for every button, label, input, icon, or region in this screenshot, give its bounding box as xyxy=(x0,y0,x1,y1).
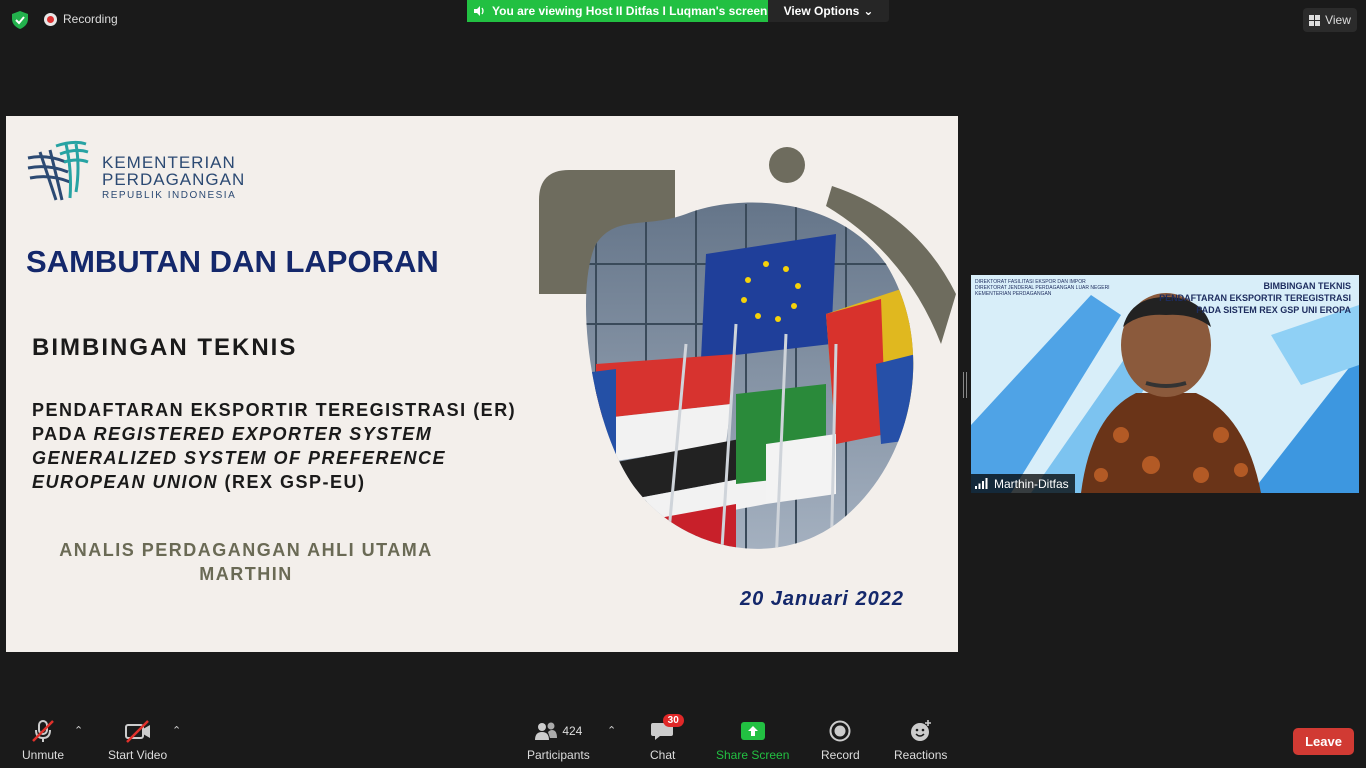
eu-flags-image xyxy=(539,147,956,549)
video-off-icon xyxy=(124,720,150,743)
record-label: Record xyxy=(821,748,860,762)
body-line-2-plain: PADA xyxy=(32,424,94,444)
recording-label: Recording xyxy=(63,12,118,26)
share-screen-icon xyxy=(740,722,765,740)
recording-indicator[interactable]: Recording xyxy=(44,12,118,26)
viewing-screen-text: You are viewing Host II Ditfas I Luqman'… xyxy=(492,4,768,18)
body-line-1: PENDAFTARAN EKSPORTIR TEREGISTRASI (ER) xyxy=(32,400,517,420)
panel-resize-handle[interactable] xyxy=(963,372,967,398)
share-screen-label: Share Screen xyxy=(716,748,790,762)
role-line-1: ANALIS PERDAGANGAN AHLI UTAMA xyxy=(59,540,433,560)
view-options-label: View Options xyxy=(783,4,860,18)
screen-share-banner: You are viewing Host II Ditfas I Luqman'… xyxy=(467,0,889,22)
speaker-icon xyxy=(474,6,484,16)
muted-microphone-icon xyxy=(32,720,54,742)
share-screen-button[interactable]: Share Screen xyxy=(716,718,789,762)
logo-line-1: KEMENTERIAN xyxy=(102,153,236,172)
unmute-label: Unmute xyxy=(22,748,65,762)
body-line-4-italic: EUROPEAN UNION xyxy=(32,472,219,492)
logo-line-3: REPUBLIK INDONESIA xyxy=(102,190,237,201)
bg-title-line-1: BIMBINGAN TEKNIS xyxy=(1263,281,1352,291)
bg-title-line-2: PENDAFTARAN EKSPORTIR TEREGISTRASI xyxy=(1159,293,1351,303)
participant-name-tag: Marthin-Ditfas xyxy=(971,474,1075,493)
ministry-name: KEMENTERIAN PERDAGANGAN REPUBLIK INDONES… xyxy=(102,154,245,201)
reactions-button[interactable]: Reactions xyxy=(894,718,947,762)
record-button[interactable]: Record xyxy=(821,718,860,762)
chat-unread-badge: 30 xyxy=(662,714,684,727)
participants-options-caret-icon[interactable]: ⌃ xyxy=(607,724,616,737)
video-options-caret-icon[interactable]: ⌃ xyxy=(172,724,181,737)
view-options-button[interactable]: View Options ⌄ xyxy=(768,0,889,22)
role-line-2: MARTHIN xyxy=(199,564,293,584)
body-line-3-italic: GENERALIZED SYSTEM OF PREFERENCE xyxy=(32,448,447,468)
slide-body: PENDAFTARAN EKSPORTIR TEREGISTRASI (ER) … xyxy=(32,398,516,494)
logo-line-2: PERDAGANGAN xyxy=(102,170,246,189)
slide-date: 20 Januari 2022 xyxy=(740,588,904,610)
reactions-smiley-icon xyxy=(910,720,931,741)
shared-screen-slide[interactable]: KEMENTERIAN PERDAGANGAN REPUBLIK INDONES… xyxy=(6,116,958,652)
body-line-4: EUROPEAN UNION (REX GSP-EU) xyxy=(32,470,516,494)
viewing-screen-notice: You are viewing Host II Ditfas I Luqman'… xyxy=(467,0,768,22)
security-shield-icon[interactable] xyxy=(10,10,30,30)
start-video-label: Start Video xyxy=(108,748,168,762)
signal-strength-icon xyxy=(975,478,988,489)
slide-title: SAMBUTAN DAN LAPORAN xyxy=(26,244,439,279)
slide-subtitle: BIMBINGAN TEKNIS xyxy=(32,334,298,361)
view-button[interactable]: View xyxy=(1303,8,1357,32)
bg-logo-line-3: KEMENTERIAN PERDAGANGAN xyxy=(975,291,1052,297)
background-logo-text: DIREKTORAT FASILITASI EKSPOR DAN IMPOR D… xyxy=(975,279,1110,297)
bg-title-line-3: PADA SISTEM REX GSP UNI EROPA xyxy=(1196,305,1351,315)
chevron-down-icon: ⌄ xyxy=(863,4,874,18)
body-line-2-italic: REGISTERED EXPORTER SYSTEM xyxy=(93,424,433,444)
background-title-text: BIMBINGAN TEKNIS PENDAFTARAN EKSPORTIR T… xyxy=(1159,280,1351,316)
ministry-logo-icon xyxy=(27,140,89,201)
unmute-button[interactable]: Unmute xyxy=(22,718,64,762)
record-icon xyxy=(829,720,851,742)
grid-view-icon xyxy=(1309,14,1321,26)
participant-name: Marthin-Ditfas xyxy=(994,476,1069,491)
participant-video-tile[interactable]: DIREKTORAT FASILITASI EKSPOR DAN IMPOR D… xyxy=(971,275,1359,493)
body-line-3: GENERALIZED SYSTEM OF PREFERENCE xyxy=(32,446,516,470)
participants-label: Participants xyxy=(527,748,590,762)
chat-label: Chat xyxy=(650,748,676,762)
chat-button[interactable]: 30 Chat xyxy=(650,714,684,762)
participants-count: 424 xyxy=(562,724,583,738)
reactions-label: Reactions xyxy=(894,748,948,762)
participants-button[interactable]: 424 Participants xyxy=(527,718,590,762)
audio-options-caret-icon[interactable]: ⌃ xyxy=(74,724,83,737)
recording-icon xyxy=(44,12,57,26)
speaker-role: ANALIS PERDAGANGAN AHLI UTAMA MARTHIN xyxy=(36,538,456,586)
view-label: View xyxy=(1325,13,1351,27)
leave-button[interactable]: Leave xyxy=(1293,728,1354,755)
participants-icon xyxy=(535,722,558,740)
body-line-2: PADA REGISTERED EXPORTER SYSTEM xyxy=(32,422,516,446)
start-video-button[interactable]: Start Video xyxy=(108,718,167,762)
body-line-4-plain: (REX GSP-EU) xyxy=(218,472,366,492)
